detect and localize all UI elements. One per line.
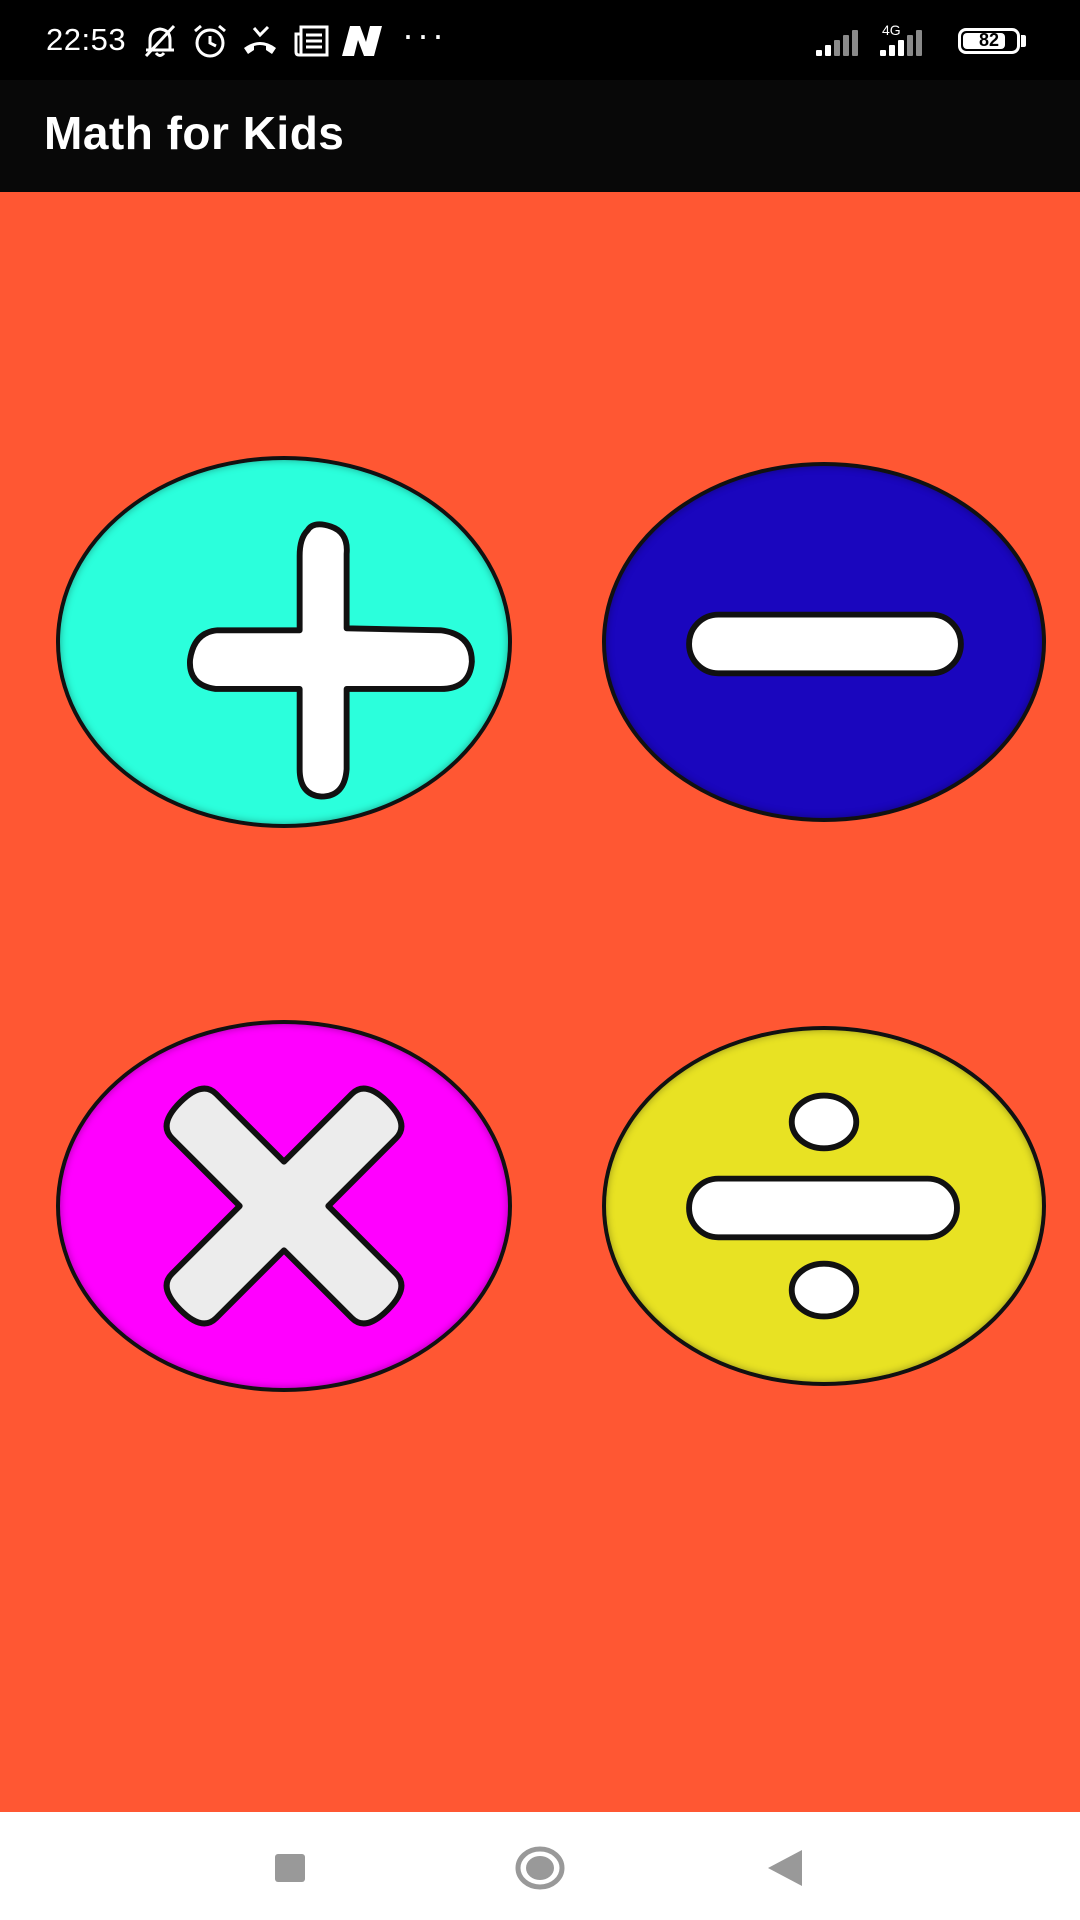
n-app-icon bbox=[338, 22, 386, 60]
back-triangle-icon bbox=[768, 1850, 802, 1886]
multiplication-button[interactable] bbox=[56, 1020, 512, 1392]
subtraction-button[interactable] bbox=[602, 462, 1046, 822]
back-button[interactable] bbox=[724, 1812, 844, 1920]
more-dots-icon: ··· bbox=[402, 14, 447, 55]
news-icon bbox=[292, 22, 332, 60]
divide-icon bbox=[686, 1092, 960, 1320]
minus-icon bbox=[686, 611, 964, 677]
battery-cap bbox=[1021, 35, 1026, 47]
addition-button[interactable] bbox=[56, 456, 512, 828]
recents-square-icon bbox=[275, 1854, 305, 1882]
signal-icon bbox=[816, 24, 870, 56]
home-circle-icon bbox=[515, 1846, 565, 1890]
app-title: Math for Kids bbox=[44, 107, 345, 159]
status-time: 22:53 bbox=[46, 22, 127, 57]
network-type: 4G bbox=[882, 22, 901, 38]
plus-icon bbox=[187, 521, 475, 800]
status-bar: 22:53 ··· 4G 82 bbox=[0, 0, 1080, 80]
division-button[interactable] bbox=[602, 1026, 1046, 1386]
navigation-bar bbox=[0, 1812, 1080, 1920]
recents-button[interactable] bbox=[230, 1812, 350, 1920]
app-bar: Math for Kids bbox=[0, 80, 1080, 192]
alarm-icon bbox=[190, 22, 230, 60]
battery-level: 82 bbox=[978, 30, 1000, 50]
missed-call-icon bbox=[240, 22, 280, 60]
home-button[interactable] bbox=[480, 1812, 600, 1920]
bell-muted-icon bbox=[140, 22, 180, 60]
multiply-icon bbox=[163, 1085, 405, 1327]
battery-icon: 82 bbox=[958, 28, 1020, 54]
